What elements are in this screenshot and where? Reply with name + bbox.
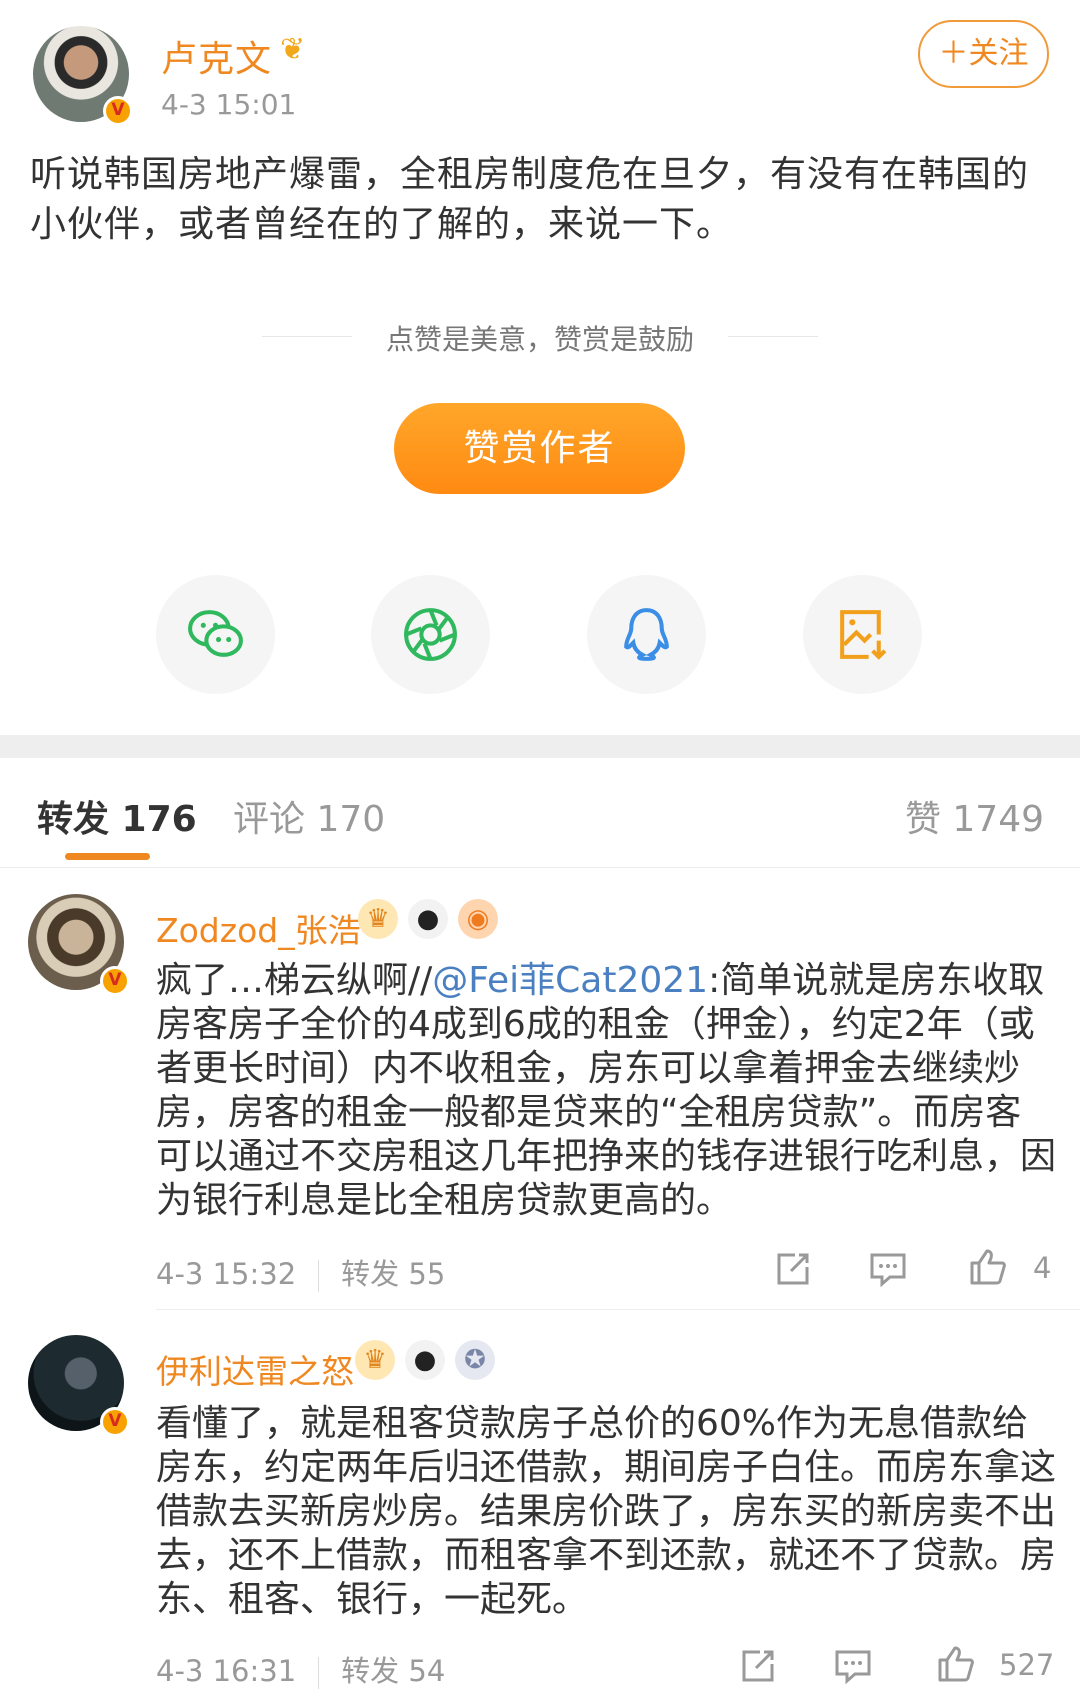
comment-action-button[interactable]	[833, 1646, 873, 1690]
item-meta: 4-3 15:32 转发 55	[156, 1251, 445, 1293]
comment-icon	[870, 1253, 906, 1288]
panda-icon: ●	[405, 1340, 445, 1380]
item-divider	[156, 1309, 1080, 1310]
medal-icon: ✪	[455, 1340, 495, 1380]
repost-count: 转发 55	[341, 1257, 446, 1291]
meta-divider	[318, 1657, 320, 1689]
share-icon	[742, 1650, 774, 1682]
save-image-button[interactable]	[803, 575, 922, 694]
moments-icon	[404, 608, 457, 661]
author-avatar[interactable]: V	[33, 26, 133, 126]
item-time: 4-3 16:31	[156, 1654, 297, 1688]
share-moments-button[interactable]	[371, 575, 490, 694]
avatar[interactable]: V	[28, 1335, 130, 1437]
mention-link[interactable]: @Fei菲Cat2021	[432, 960, 708, 1001]
reward-slogan: 点赞是美意，赞赏是鼓励	[385, 323, 694, 356]
meta-divider	[318, 1260, 320, 1292]
tab-repost[interactable]: 转发 176	[37, 790, 197, 842]
like-count: 4	[1033, 1251, 1052, 1285]
follow-button[interactable]: ＋关注	[918, 20, 1049, 88]
tab-like[interactable]: 赞 1749	[905, 790, 1044, 842]
panda-icon: ●	[408, 899, 448, 939]
repost-text: 疯了…梯云纵啊//@Fei菲Cat2021:简单说就是房东收取房客房子全价的4成…	[156, 959, 1056, 1223]
verified-badge: V	[100, 966, 130, 996]
avatar[interactable]: V	[28, 894, 130, 996]
reward-author-button[interactable]: 赞赏作者	[394, 403, 685, 494]
share-icon	[777, 1253, 809, 1285]
verified-badge: V	[103, 96, 133, 126]
wechat-icon	[188, 610, 243, 657]
share-action-button[interactable]	[773, 1249, 813, 1293]
thumbs-up-icon	[970, 1249, 1006, 1285]
user-badges: ♛ ● ✪	[355, 1340, 495, 1380]
post-time: 4-3 15:01	[161, 88, 297, 121]
share-action-button[interactable]	[738, 1646, 778, 1690]
crown-icon: ♛	[358, 899, 398, 939]
tab-comment[interactable]: 评论 170	[233, 790, 385, 842]
share-qq-button[interactable]	[587, 575, 706, 694]
crown-icon: ♛	[355, 1340, 395, 1380]
repost-text: 看懂了，就是租客贷款房子总价的60%作为无息借款给房东，约定两年后归还借款，期间…	[156, 1403, 1057, 1620]
divider-line	[728, 336, 818, 337]
qq-icon	[624, 608, 669, 661]
comment-action-button[interactable]	[868, 1249, 908, 1293]
post-text: 听说韩国房地产爆雷，全租房制度危在旦夕，有没有在韩国的小伙伴，或者曾经在的了解的…	[30, 154, 1030, 245]
item-meta: 4-3 16:31 转发 54	[156, 1648, 445, 1690]
user-name[interactable]: Zodzod_张浩	[156, 904, 361, 952]
item-time: 4-3 15:32	[156, 1257, 297, 1291]
like-count: 527	[999, 1648, 1055, 1682]
fish-icon: ◉	[458, 899, 498, 939]
comment-icon	[835, 1650, 871, 1685]
verified-badge: V	[100, 1407, 130, 1437]
author-name[interactable]: 卢克文	[161, 30, 272, 82]
medal-icon: ❦	[280, 32, 306, 67]
thumbs-up-icon	[938, 1646, 974, 1682]
share-wechat-button[interactable]	[156, 575, 275, 694]
section-divider	[0, 735, 1080, 758]
like-action-button[interactable]	[936, 1644, 976, 1688]
active-tab-indicator	[65, 853, 150, 860]
interaction-tabs: 转发 176 评论 170 赞 1749	[0, 758, 1080, 868]
user-name[interactable]: 伊利达雷之怒	[156, 1345, 354, 1393]
repost-text-part: 疯了…梯云纵啊//	[156, 960, 433, 1001]
like-action-button[interactable]	[968, 1247, 1008, 1291]
repost-count: 转发 54	[341, 1654, 446, 1688]
user-badges: ♛ ● ◉	[358, 899, 498, 939]
save-image-icon	[840, 610, 887, 660]
post-section: V 卢克文 ❦ 4-3 15:01 ＋关注 听说韩国房地产爆雷，全租房制度危在旦…	[0, 0, 1080, 735]
